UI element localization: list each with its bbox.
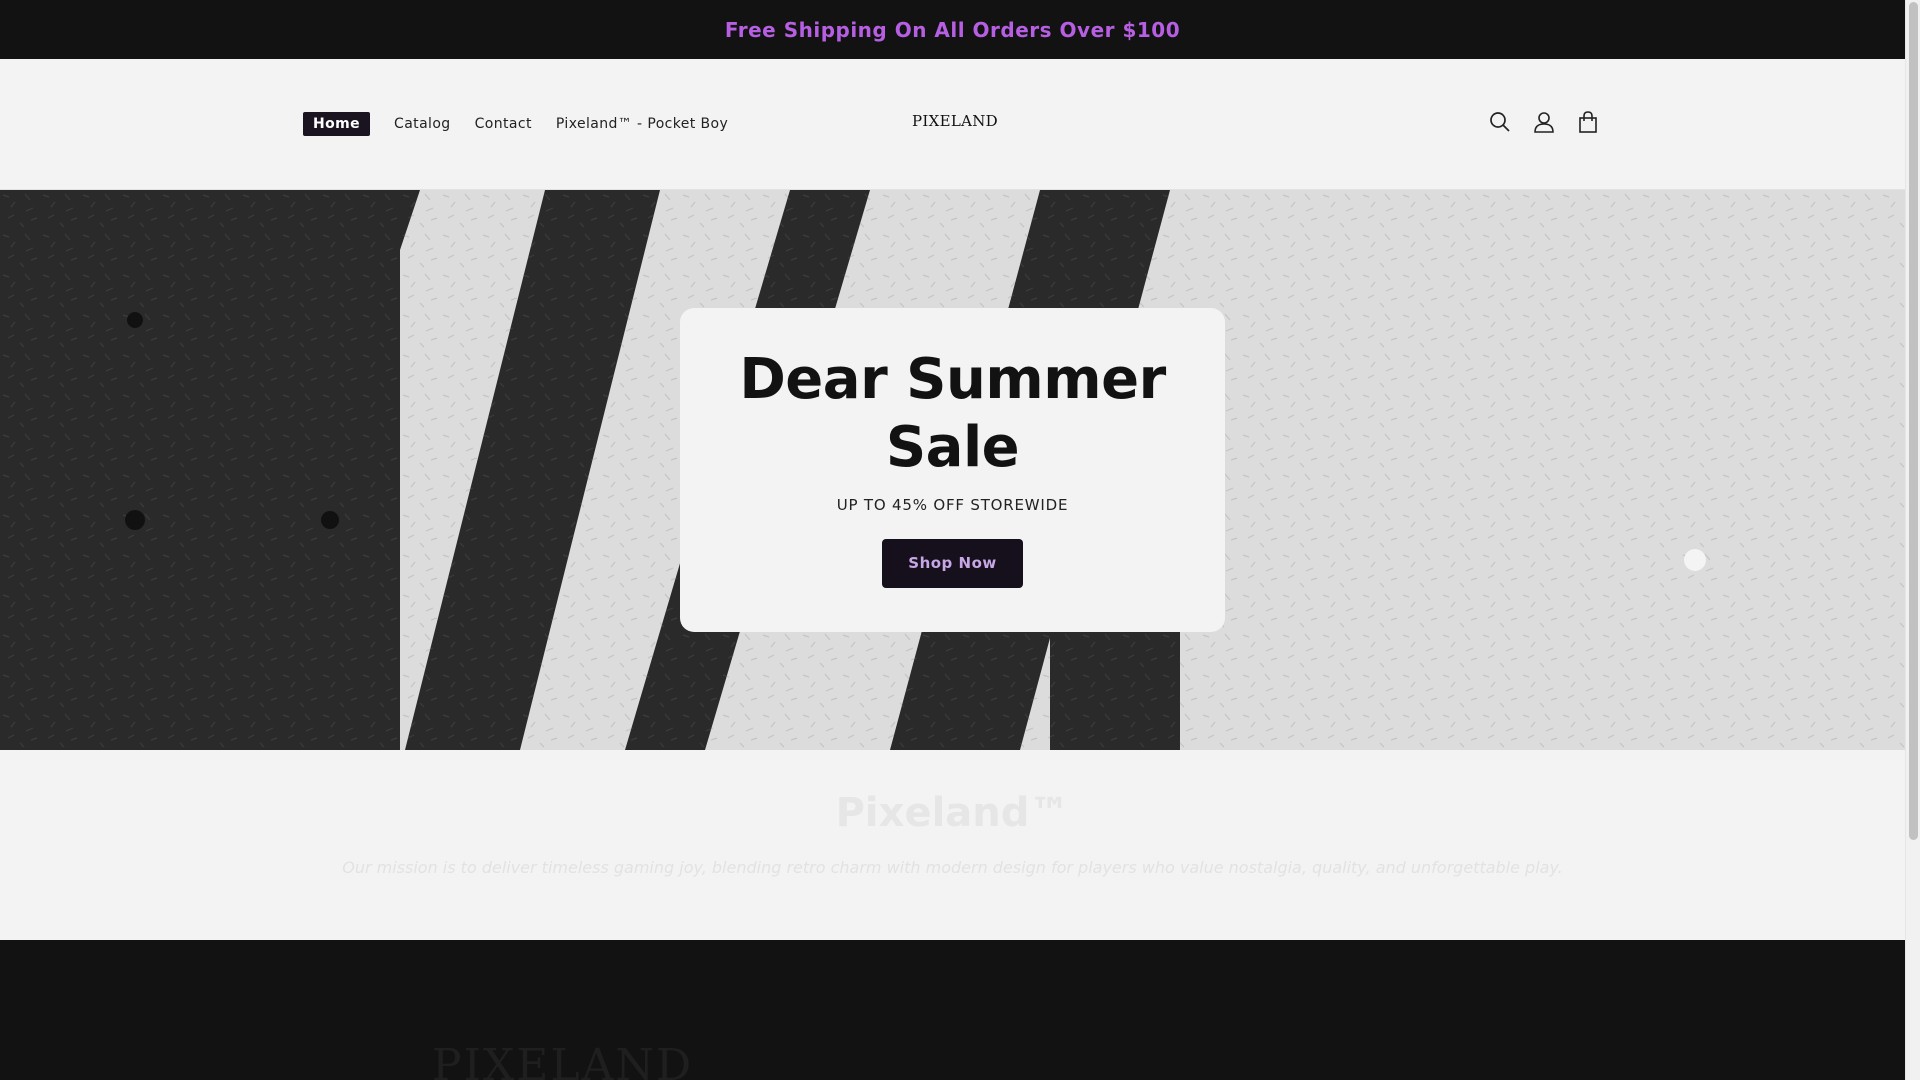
hero-subtitle: UP TO 45% OFF STOREWIDE [836, 496, 1069, 514]
nav-pocket-boy[interactable]: Pixeland™ - Pocket Boy [556, 116, 728, 132]
site-header: Home Catalog Contact Pixeland™ - Pocket … [0, 59, 1905, 190]
brand-mission-text: Our mission is to deliver timeless gamin… [342, 858, 1563, 877]
scrollbar-thumb[interactable] [1909, 2, 1918, 840]
brand-section: Pixeland™ Our mission is to deliver time… [0, 750, 1905, 940]
account-icon[interactable] [1531, 109, 1557, 135]
nav-contact[interactable]: Contact [475, 116, 532, 132]
hero-card: Dear Summer Sale UP TO 45% OFF STOREWIDE… [680, 308, 1225, 632]
announcement-bar: Free Shipping On All Orders Over $100 [0, 0, 1905, 59]
search-icon[interactable] [1487, 109, 1513, 135]
page: Free Shipping On All Orders Over $100 Ho… [0, 0, 1905, 1080]
page-scrollbar[interactable] [1905, 0, 1920, 1080]
logo-text: PIXELAND [912, 112, 998, 130]
brand-title: Pixeland™ [835, 790, 1070, 836]
shop-now-button[interactable]: Shop Now [882, 539, 1023, 588]
cart-icon[interactable] [1575, 109, 1601, 135]
nav-catalog[interactable]: Catalog [394, 116, 451, 132]
hero-banner: Dear Summer Sale UP TO 45% OFF STOREWIDE… [0, 190, 1905, 750]
announcement-text: Free Shipping On All Orders Over $100 [724, 17, 1181, 42]
hero-title-line2: Sale [885, 415, 1020, 480]
hero-title: Dear Summer Sale [680, 346, 1225, 482]
main-nav: Home Catalog Contact Pixeland™ - Pocket … [303, 112, 752, 136]
footer-section: PIXELAND [0, 940, 1905, 1080]
header-icons [1487, 109, 1601, 135]
nav-home[interactable]: Home [303, 112, 371, 136]
site-logo[interactable]: PIXELAND [912, 111, 998, 130]
footer-logo-text: PIXELAND [432, 1040, 694, 1080]
hero-title-line1: Dear Summer [739, 347, 1166, 412]
